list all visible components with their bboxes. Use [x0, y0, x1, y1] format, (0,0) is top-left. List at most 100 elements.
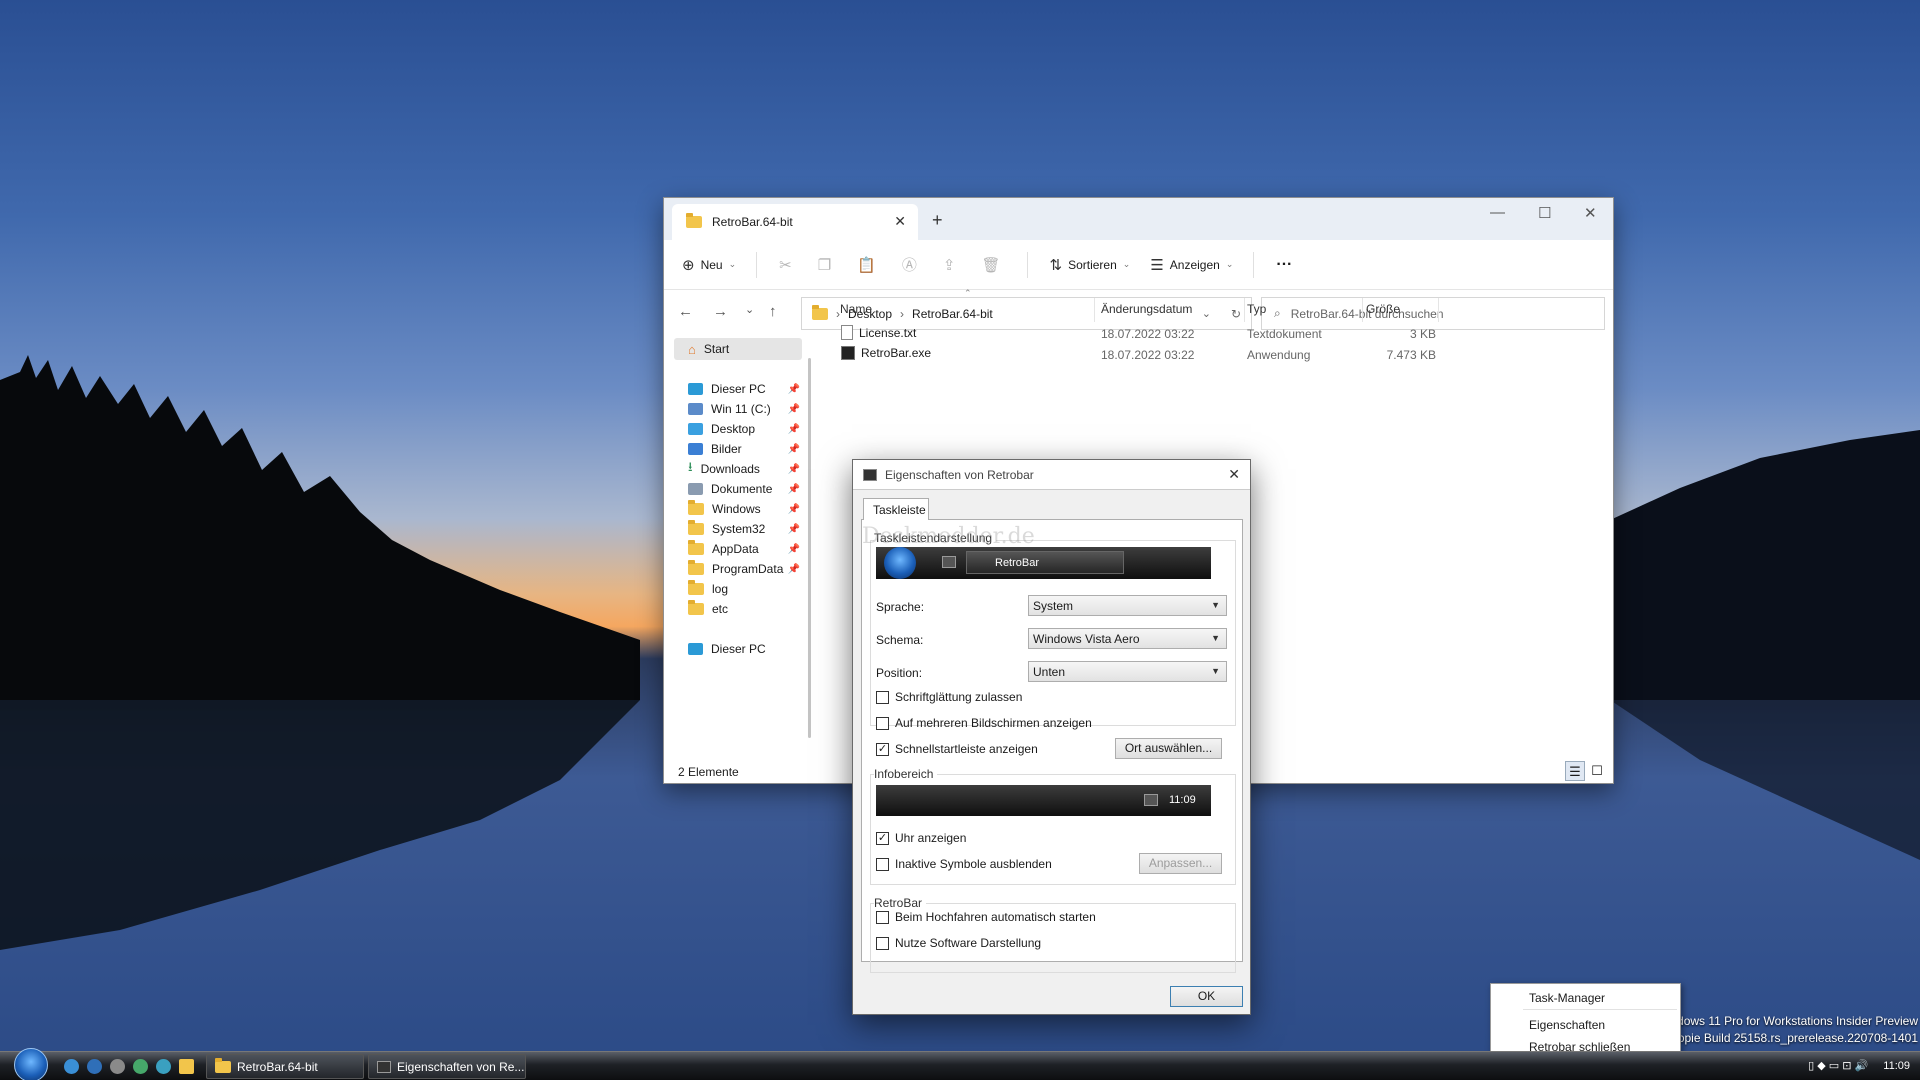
- explorer-tab[interactable]: RetroBar.64-bit ✕: [672, 204, 918, 240]
- paste-icon[interactable]: 📋: [857, 256, 876, 274]
- nav-item-downloads[interactable]: ⭳ Downloads 📌: [674, 458, 802, 480]
- recent-locations-icon[interactable]: ⌄: [745, 303, 754, 316]
- software-rendering-checkbox[interactable]: Nutze Software Darstellung: [876, 936, 1041, 950]
- nav-item-dieser-pc[interactable]: Dieser PC 📌: [674, 378, 802, 400]
- refresh-icon[interactable]: ↻: [1231, 307, 1241, 321]
- edge-beta-icon[interactable]: [133, 1059, 148, 1074]
- sort-button[interactable]: ⇅ Sortieren ⌄: [1050, 256, 1131, 274]
- breadcrumb-current[interactable]: RetroBar.64-bit: [912, 307, 993, 321]
- edge-dev-icon[interactable]: [156, 1059, 171, 1074]
- checkbox-box: [876, 857, 889, 871]
- dropdown-arrow-icon: ▼: [1211, 666, 1220, 676]
- taskbar-button-label: RetroBar.64-bit: [237, 1059, 318, 1074]
- nav-item-bilder[interactable]: Bilder 📌: [674, 438, 802, 460]
- edge-icon[interactable]: [64, 1059, 79, 1074]
- nav-item-log[interactable]: log: [674, 578, 802, 600]
- nav-item-start[interactable]: ⌂ Start: [674, 338, 802, 360]
- quicklaunch-checkbox[interactable]: ✓ Schnellstartleiste anzeigen: [876, 742, 1038, 756]
- menu-item-task-manager[interactable]: Task-Manager: [1529, 991, 1605, 1005]
- choose-location-button[interactable]: Ort auswählen...: [1115, 738, 1222, 759]
- copy-icon[interactable]: ❐: [818, 256, 831, 274]
- nav-scrollbar[interactable]: [808, 358, 811, 738]
- column-date[interactable]: Änderungsdatum: [1101, 302, 1192, 316]
- volume-icon[interactable]: 🔊: [1855, 1060, 1869, 1072]
- new-tab-button[interactable]: +: [932, 210, 943, 231]
- theme-select[interactable]: Windows Vista Aero ▼: [1028, 628, 1227, 649]
- customize-button[interactable]: Anpassen...: [1139, 853, 1222, 874]
- usb-icon[interactable]: ▯: [1808, 1060, 1814, 1072]
- multimonitor-checkbox[interactable]: Auf mehreren Bildschirmen anzeigen: [876, 716, 1092, 730]
- rename-icon[interactable]: Ⓐ: [902, 254, 917, 275]
- divider: [756, 251, 758, 278]
- position-select[interactable]: Unten ▼: [1028, 661, 1227, 682]
- search-box[interactable]: ⌕ RetroBar.64-bit durchsuchen: [1261, 297, 1605, 330]
- computer-icon: [688, 383, 703, 395]
- group-tray-title: Infobereich: [874, 767, 938, 781]
- autostart-checkbox[interactable]: Beim Hochfahren automatisch starten: [876, 910, 1096, 924]
- folder-icon: [686, 213, 702, 228]
- start-orb-icon[interactable]: [14, 1048, 48, 1080]
- new-button[interactable]: ⊕ Neu ⌄: [682, 256, 736, 274]
- show-clock-checkbox[interactable]: ✓ Uhr anzeigen: [876, 831, 966, 845]
- taskbar-button-properties[interactable]: Eigenschaften von Re...: [368, 1054, 526, 1079]
- nav-item-programdata[interactable]: ProgramData 📌: [674, 558, 802, 580]
- details-view-icon[interactable]: ☰: [1565, 761, 1585, 781]
- nav-item-appdata[interactable]: AppData 📌: [674, 538, 802, 560]
- view-button[interactable]: ☰ Anzeigen ⌄: [1150, 256, 1233, 274]
- column-size[interactable]: Größe: [1366, 302, 1400, 316]
- nav-item-etc[interactable]: etc: [674, 598, 802, 620]
- close-button[interactable]: ✕: [1584, 204, 1597, 222]
- chevron-down-icon: ⌄: [1122, 259, 1131, 269]
- file-row[interactable]: RetroBar.exe: [841, 346, 931, 360]
- checkbox-label: Uhr anzeigen: [895, 831, 967, 845]
- ok-button[interactable]: OK: [1170, 986, 1243, 1007]
- more-options-button[interactable]: ···: [1276, 256, 1292, 274]
- column-name[interactable]: Name: [840, 302, 872, 316]
- system-tray: ▯ ◆ ▭ ⊡ 🔊 11:09: [1808, 1059, 1910, 1072]
- taskbar-button-explorer[interactable]: RetroBar.64-bit: [206, 1054, 364, 1079]
- nav-item-dokumente[interactable]: Dokumente 📌: [674, 478, 802, 500]
- back-arrow-icon[interactable]: ←: [678, 303, 693, 320]
- column-type[interactable]: Typ: [1247, 302, 1266, 316]
- view-list-icon: ☰: [1150, 256, 1164, 274]
- forward-arrow-icon[interactable]: →: [713, 303, 728, 320]
- address-dropdown-icon[interactable]: ⌄: [1202, 307, 1211, 320]
- menu-item-properties[interactable]: Eigenschaften: [1529, 1018, 1605, 1032]
- dialog-close-icon[interactable]: ✕: [1228, 466, 1240, 483]
- fontsmoothing-checkbox[interactable]: Schriftglättung zulassen: [876, 690, 1022, 704]
- plus-circle-icon: ⊕: [682, 256, 695, 274]
- edge-browser-icon[interactable]: [87, 1059, 102, 1074]
- tab-taskleiste[interactable]: Taskleiste: [863, 498, 929, 520]
- up-arrow-icon[interactable]: ↑: [769, 303, 777, 320]
- tiles-view-icon[interactable]: ☐: [1587, 761, 1607, 781]
- checkmark-icon: ✓: [876, 742, 889, 756]
- network-icon[interactable]: ⊡: [1842, 1060, 1851, 1072]
- share-icon[interactable]: ⇪: [943, 256, 956, 274]
- file-date: 18.07.2022 03:22: [1101, 327, 1195, 341]
- file-row[interactable]: License.txt: [841, 325, 916, 340]
- keyboard-icon[interactable]: ▭: [1829, 1060, 1839, 1072]
- nav-item-desktop[interactable]: Desktop 📌: [674, 418, 802, 440]
- nav-item-dieser-pc-2[interactable]: Dieser PC: [674, 638, 802, 660]
- dialog-title: Eigenschaften von Retrobar: [885, 467, 1034, 482]
- defender-icon[interactable]: ◆: [1817, 1060, 1825, 1072]
- hide-inactive-checkbox[interactable]: Inaktive Symbole ausblenden: [876, 857, 1052, 871]
- exe-file-icon: [841, 346, 855, 360]
- text-file-icon: [841, 325, 853, 340]
- nav-label: Windows: [712, 502, 761, 516]
- nav-item-system32[interactable]: System32 📌: [674, 518, 802, 540]
- nav-item-windows[interactable]: Windows 📌: [674, 498, 802, 520]
- taskbar-clock[interactable]: 11:09: [1883, 1060, 1910, 1072]
- language-select[interactable]: System ▼: [1028, 595, 1227, 616]
- pin-icon: 📌: [787, 503, 800, 515]
- delete-icon[interactable]: 🗑: [981, 256, 1000, 274]
- minimize-button[interactable]: —: [1490, 204, 1505, 221]
- column-divider: [1094, 298, 1095, 322]
- cut-icon[interactable]: ✂: [779, 256, 792, 274]
- nav-item-drive-c[interactable]: Win 11 (C:) 📌: [674, 398, 802, 420]
- search-icon[interactable]: [110, 1059, 125, 1074]
- computer-icon: [688, 643, 703, 655]
- file-explorer-icon[interactable]: [179, 1059, 194, 1074]
- maximize-button[interactable]: ☐: [1538, 204, 1551, 222]
- tab-close-icon[interactable]: ✕: [894, 213, 906, 230]
